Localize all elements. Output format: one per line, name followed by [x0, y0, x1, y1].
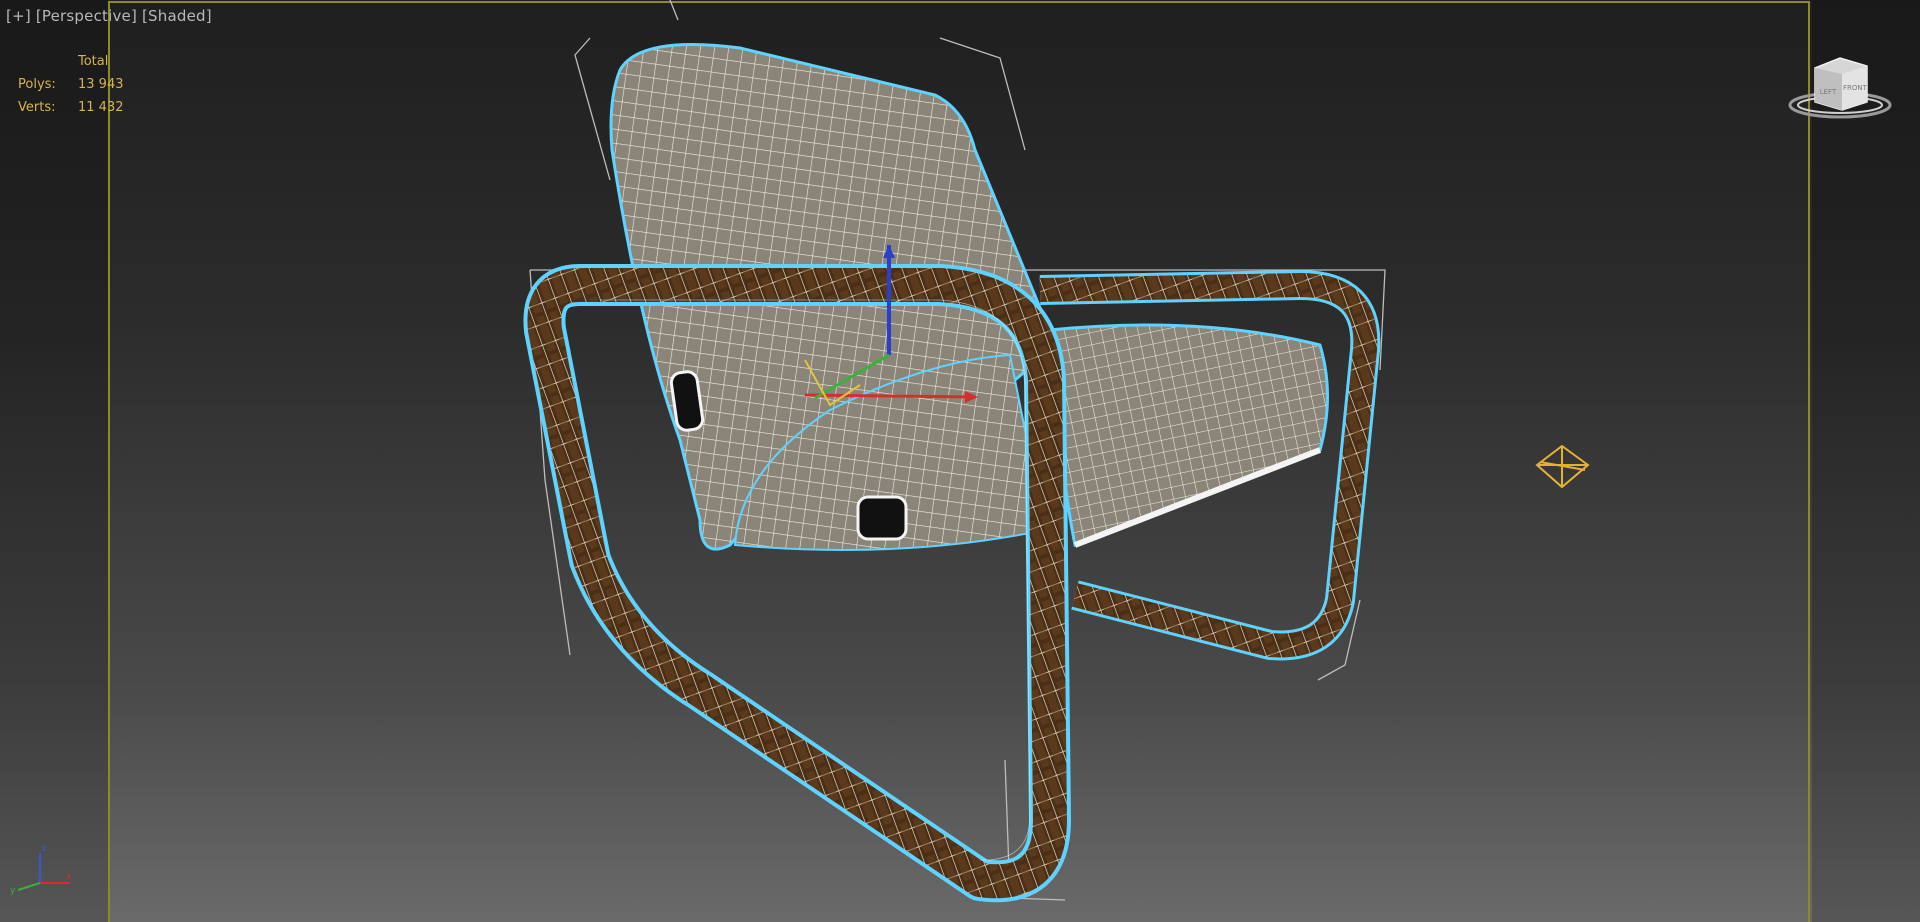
scene-canvas[interactable]	[0, 0, 1920, 922]
viewport-menu-button[interactable]: [+]	[6, 7, 31, 25]
light-gizmo	[1535, 444, 1590, 489]
axis-x-label: x	[66, 872, 72, 882]
world-axis-tripod-icon: z x y	[10, 844, 72, 895]
chair-handle-front	[856, 495, 908, 541]
viewcube-face-left: LEFT	[1820, 88, 1837, 96]
viewcube-icon[interactable]: LEFT FRONT	[1785, 50, 1895, 125]
stats-header: Total	[78, 54, 109, 69]
viewcube-face-front: FRONT	[1843, 84, 1868, 92]
chair-seat-cushion	[1048, 323, 1329, 548]
stats-verts-value: 11 432	[78, 100, 124, 115]
stats-verts-label: Verts:	[18, 100, 56, 115]
stats-polys-row: Polys: 13 943	[18, 73, 124, 96]
axis-y-label: y	[10, 886, 16, 895]
stats-polys-value: 13 943	[78, 77, 124, 92]
viewport-point-of-view-menu[interactable]: [Perspective]	[36, 7, 137, 25]
viewport-label: [+] [Perspective] [Shaded]	[6, 7, 212, 25]
stats-polys-label: Polys:	[18, 77, 56, 92]
axis-z-label: z	[42, 844, 47, 854]
statistics-overlay: Total Polys: 13 943 Verts: 11 432	[18, 50, 124, 119]
stats-verts-row: Verts: 11 432	[18, 96, 124, 119]
viewport-shading-menu[interactable]: [Shaded]	[142, 7, 212, 25]
